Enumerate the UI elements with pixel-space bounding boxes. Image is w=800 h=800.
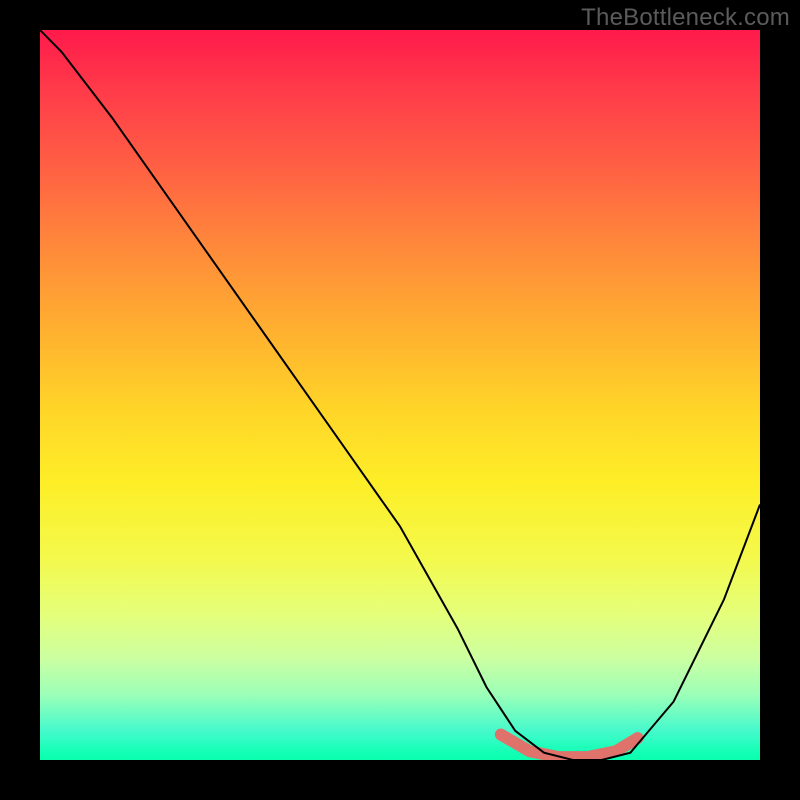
plot-area: [40, 30, 760, 760]
chart-container: TheBottleneck.com: [0, 0, 800, 800]
optimal-range-highlight: [501, 735, 638, 758]
chart-svg: [40, 30, 760, 760]
watermark-label: TheBottleneck.com: [581, 4, 790, 32]
bottleneck-curve: [40, 30, 760, 760]
